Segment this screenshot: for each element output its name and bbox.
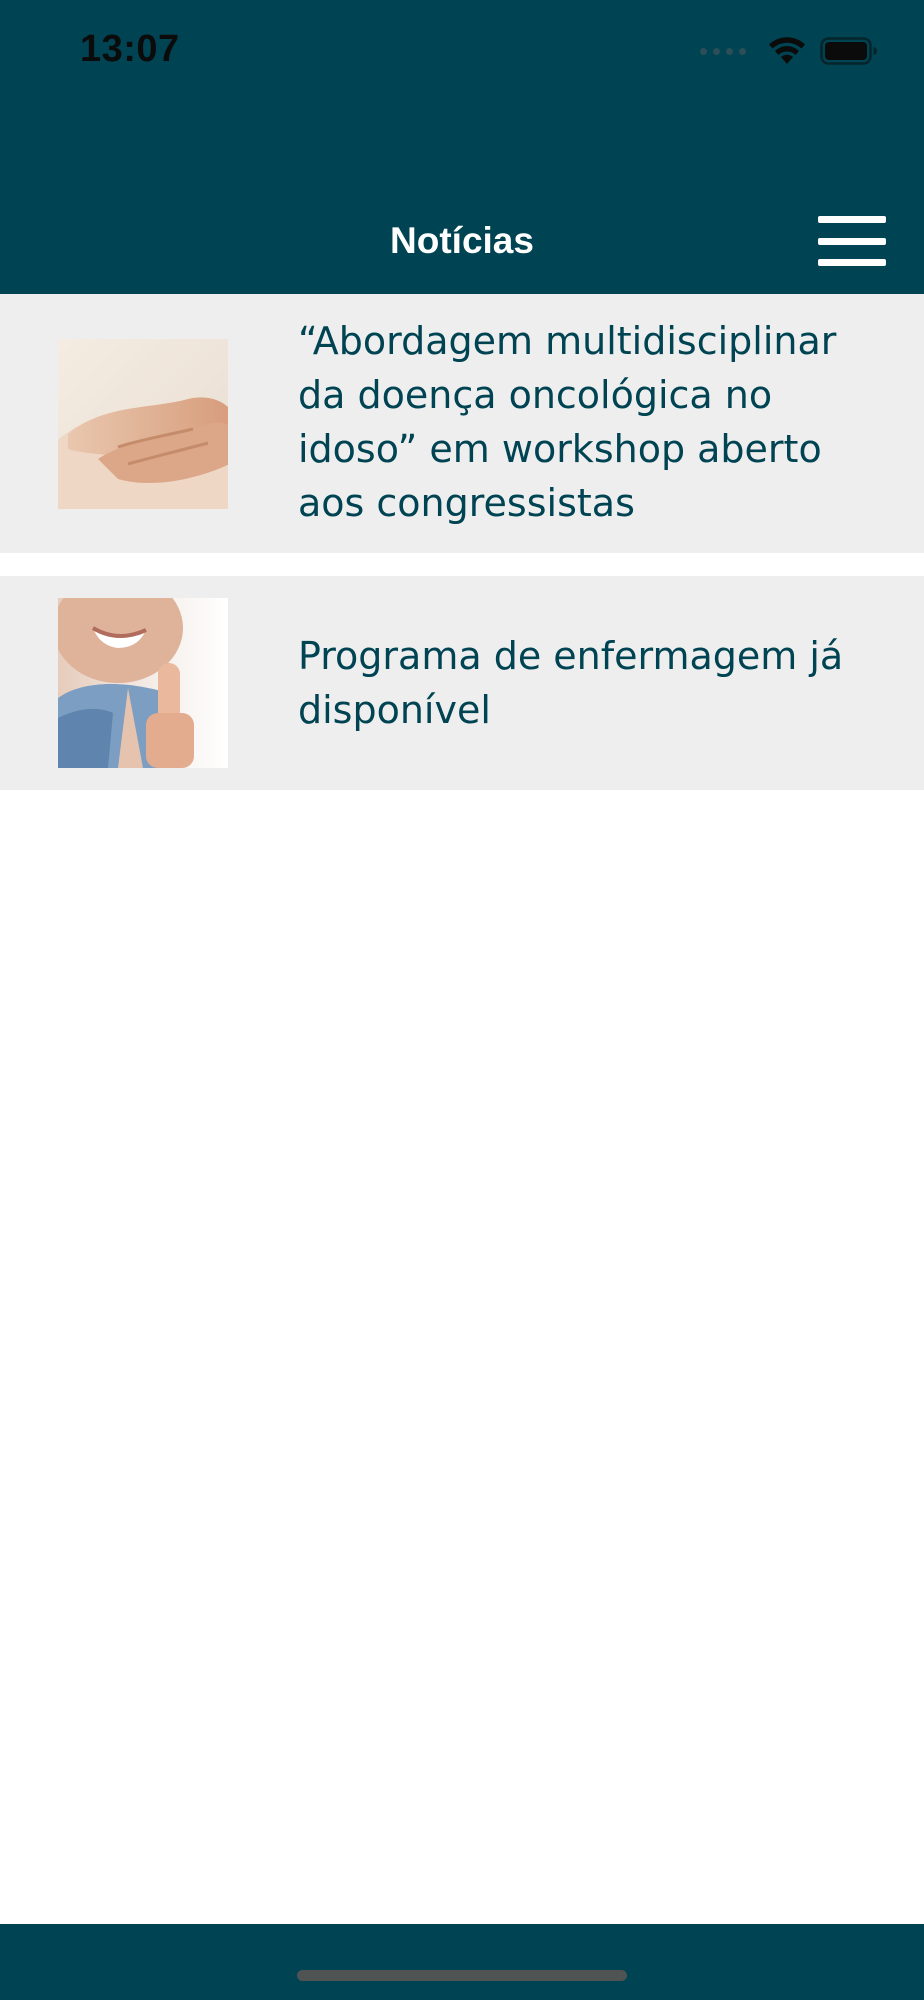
nurse-thumbs-up-photo [58, 598, 228, 768]
cellular-signal-icon [700, 47, 746, 55]
news-list-item[interactable]: Programa de enfermagem já disponível [0, 576, 924, 790]
news-list-item[interactable]: “Abordagem multidisciplinar da doença on… [0, 294, 924, 553]
bottom-bar [0, 1924, 924, 2000]
app-header: 13:07 Notícias [0, 0, 924, 294]
news-headline: Programa de enfermagem já disponível [298, 634, 844, 732]
hamburger-menu-icon[interactable] [818, 216, 888, 266]
home-indicator[interactable] [297, 1970, 627, 1981]
screen: 13:07 Notícias “Abordagem multidisciplin… [0, 0, 924, 2000]
status-time: 13:07 [80, 28, 180, 70]
wifi-icon [768, 36, 806, 66]
page-title: Notícias [390, 220, 534, 261]
status-icons [700, 34, 878, 68]
holding-hands-photo [58, 339, 228, 509]
battery-icon [820, 37, 878, 65]
news-headline: “Abordagem multidisciplinar da doença on… [298, 319, 837, 525]
